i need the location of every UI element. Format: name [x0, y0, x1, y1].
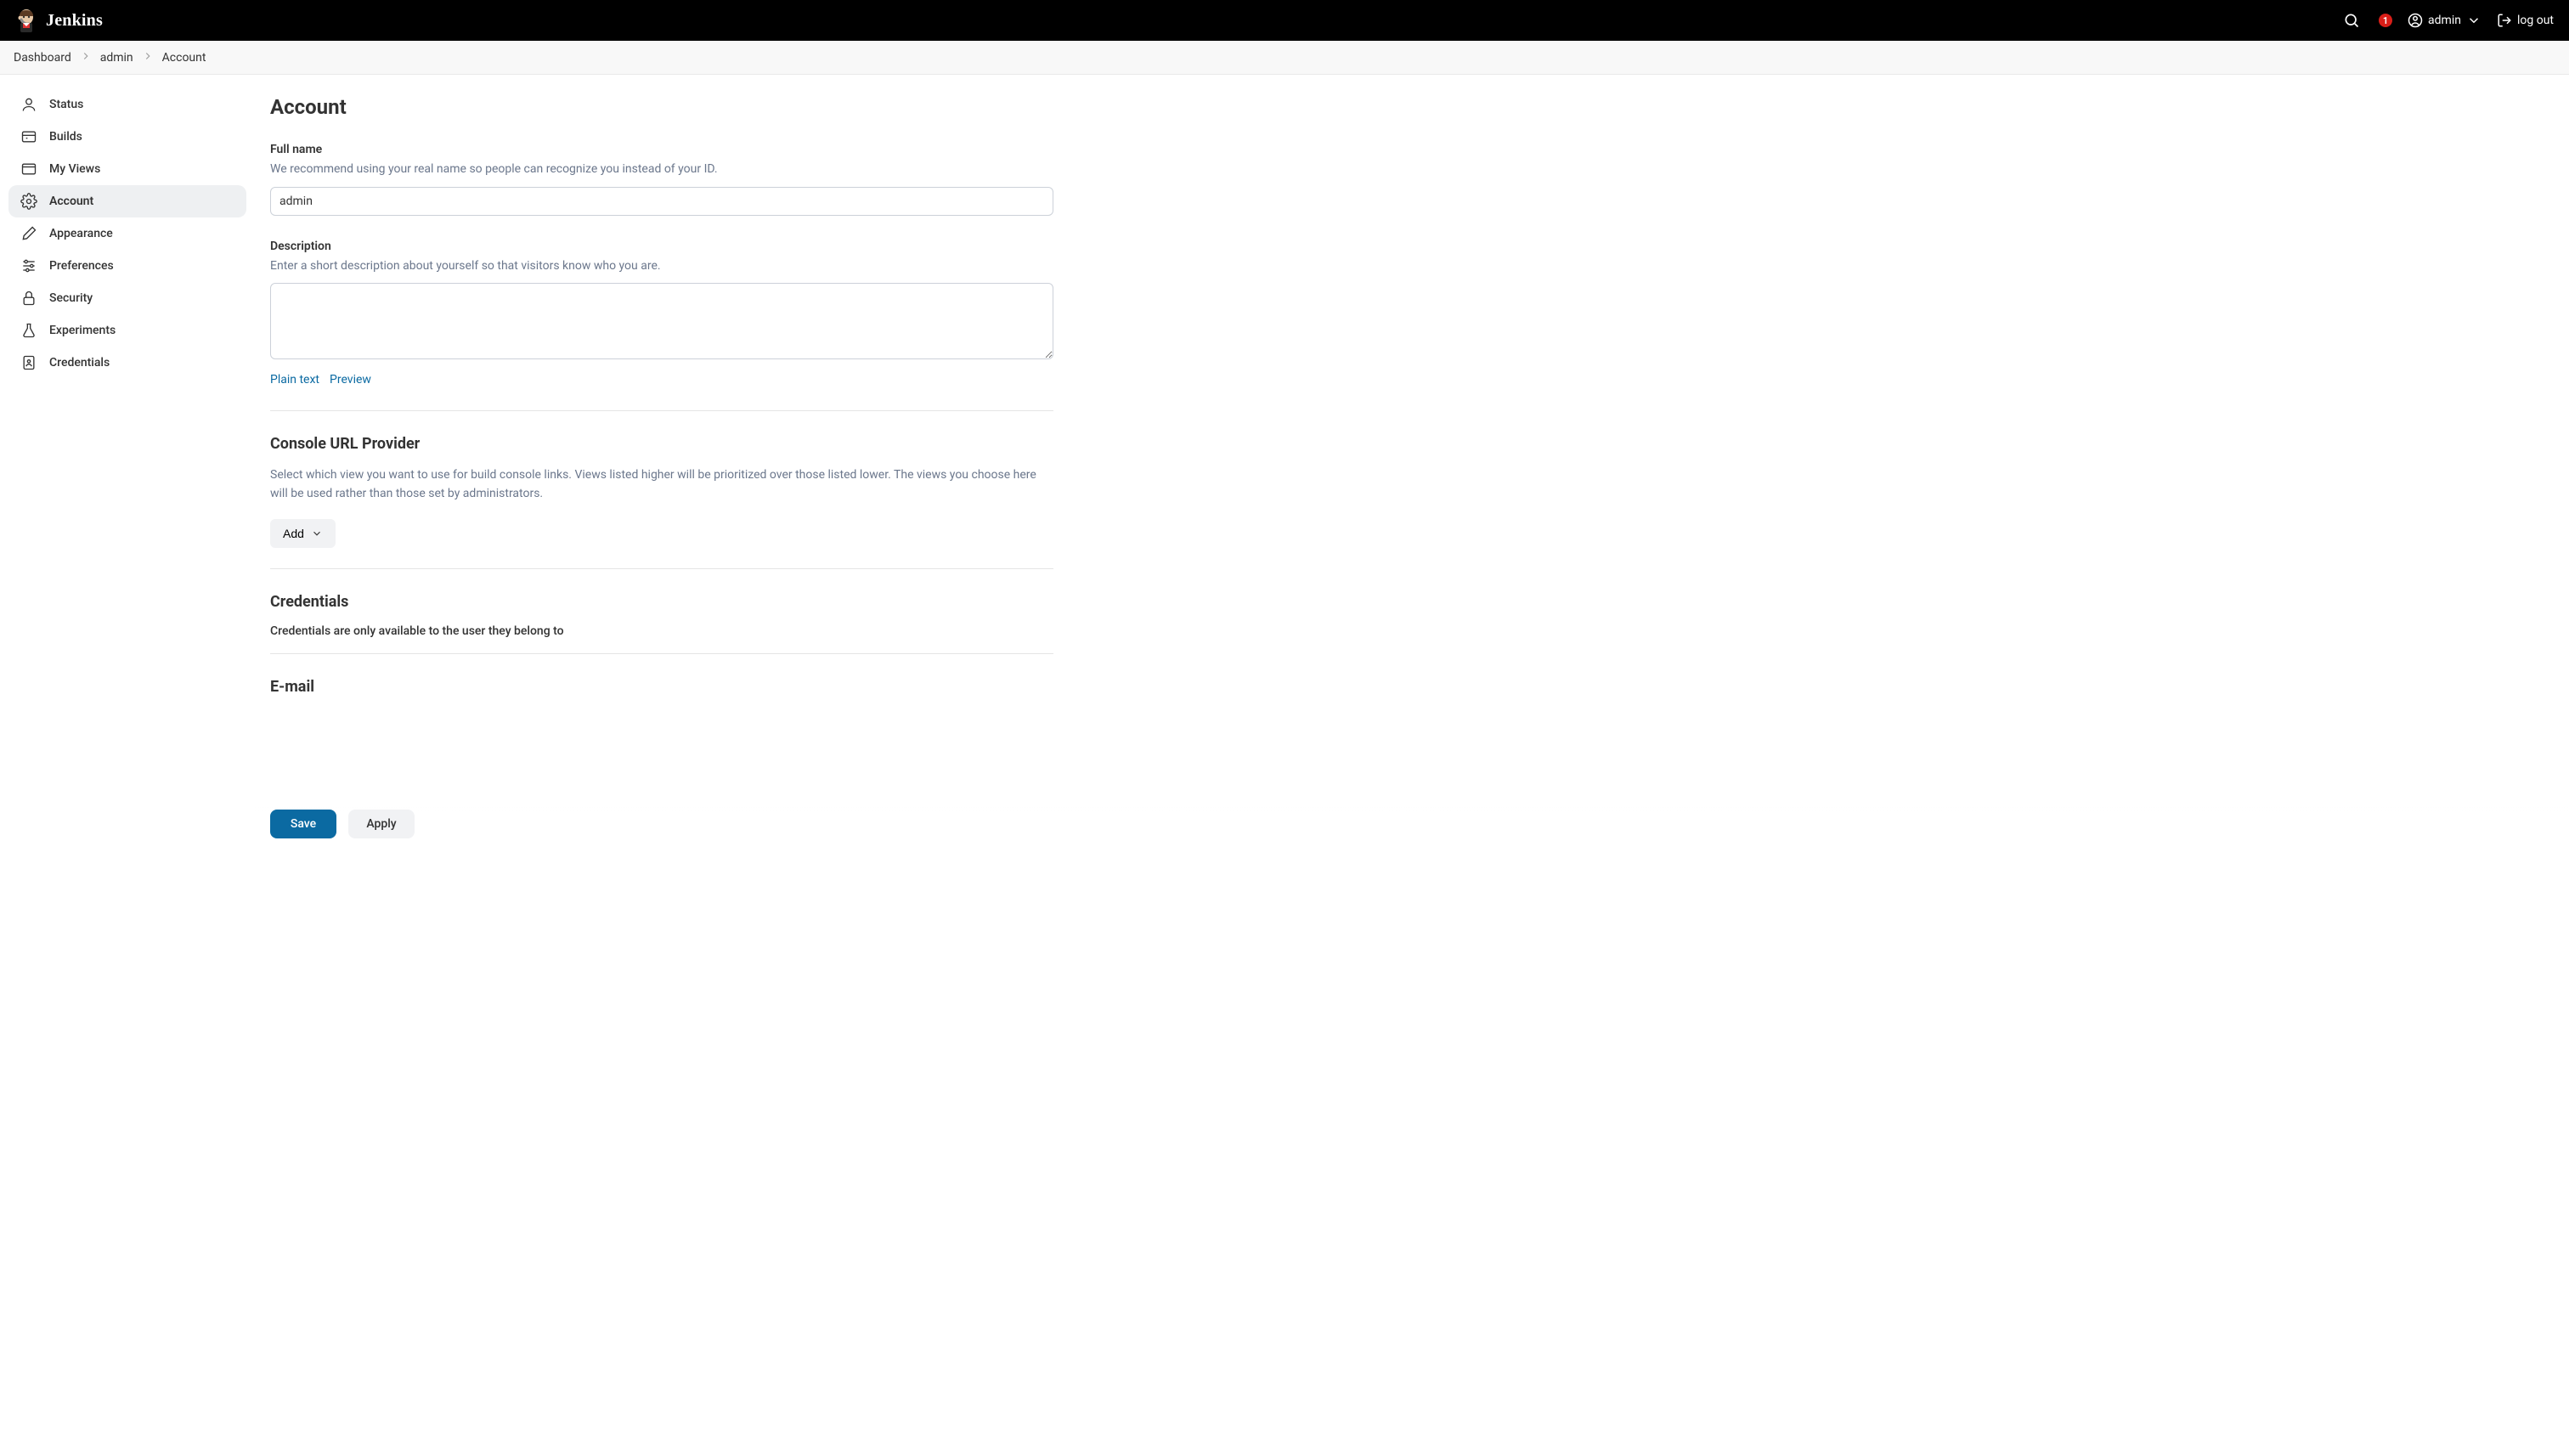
- chevron-down-icon: [2466, 13, 2481, 28]
- sidebar-item-preferences[interactable]: Preferences: [8, 250, 246, 282]
- sidebar-item-label: My Views: [49, 162, 100, 176]
- fullname-label: Full name: [270, 143, 1053, 156]
- section-divider: [270, 410, 1053, 411]
- gear-icon: [20, 193, 37, 210]
- sidebar-item-label: Credentials: [49, 356, 110, 370]
- sidebar-item-label: Experiments: [49, 324, 116, 337]
- content-scroll[interactable]: Account Full name We recommend using you…: [255, 75, 2569, 1456]
- search-button[interactable]: [2343, 12, 2360, 29]
- console-provider-title: Console URL Provider: [270, 435, 1053, 453]
- brush-icon: [20, 225, 37, 242]
- save-button[interactable]: Save: [270, 810, 336, 838]
- console-provider-help: Select which view you want to use for bu…: [270, 466, 1053, 503]
- credentials-title: Credentials: [270, 593, 1053, 611]
- sidebar-item-security[interactable]: Security: [8, 282, 246, 314]
- sidebar-item-credentials[interactable]: Credentials: [8, 347, 246, 379]
- sidebar-item-account[interactable]: Account: [8, 185, 246, 217]
- logout-label: log out: [2517, 14, 2554, 27]
- sidebar-item-builds[interactable]: Builds: [8, 121, 246, 153]
- plain-text-link[interactable]: Plain text: [270, 373, 319, 387]
- sidebar-item-label: Builds: [49, 130, 82, 144]
- section-divider: [270, 653, 1053, 654]
- app-header: Jenkins 1 admin log out: [0, 0, 2569, 41]
- builds-icon: [20, 128, 37, 145]
- form-action-bar: Save Apply: [255, 798, 2569, 850]
- preview-link[interactable]: Preview: [330, 373, 371, 387]
- sidebar-item-label: Appearance: [49, 227, 113, 240]
- page-title: Account: [270, 95, 1053, 119]
- fullname-block: Full name We recommend using your real n…: [270, 143, 1053, 216]
- brand-name: Jenkins: [46, 11, 103, 31]
- add-button-label: Add: [283, 527, 304, 540]
- sidebar-item-status[interactable]: Status: [8, 88, 246, 121]
- chevron-right-icon: [142, 50, 154, 65]
- alerts-count-badge: 1: [2379, 14, 2392, 27]
- breadcrumb-dashboard[interactable]: Dashboard: [14, 51, 71, 65]
- sliders-icon: [20, 257, 37, 274]
- email-title: E-mail: [270, 678, 1053, 696]
- description-label: Description: [270, 240, 1053, 253]
- logout-button[interactable]: log out: [2497, 13, 2554, 28]
- console-provider-add-button[interactable]: Add: [270, 519, 336, 548]
- chevron-down-icon: [311, 528, 323, 539]
- sidebar-item-appearance[interactable]: Appearance: [8, 217, 246, 250]
- jenkins-logo-icon: [15, 8, 37, 33]
- chevron-right-icon: [80, 50, 92, 65]
- user-icon: [20, 96, 37, 113]
- breadcrumb: Dashboard admin Account: [0, 41, 2569, 75]
- username-label: admin: [2428, 14, 2461, 27]
- sidebar-nav: Status Builds My Views Account Appearanc…: [0, 75, 255, 1456]
- apply-button[interactable]: Apply: [348, 810, 415, 838]
- description-block: Description Enter a short description ab…: [270, 240, 1053, 387]
- flask-icon: [20, 322, 37, 339]
- breadcrumb-account[interactable]: Account: [162, 51, 206, 65]
- lock-icon: [20, 290, 37, 307]
- description-textarea[interactable]: [270, 283, 1053, 359]
- brand-area[interactable]: Jenkins: [15, 8, 103, 33]
- sidebar-item-label: Preferences: [49, 259, 114, 273]
- section-divider: [270, 568, 1053, 569]
- user-circle-icon: [2408, 13, 2423, 28]
- sidebar-item-label: Security: [49, 291, 93, 305]
- description-help: Enter a short description about yourself…: [270, 258, 1053, 275]
- fullname-help: We recommend using your real name so peo…: [270, 161, 1053, 178]
- id-icon: [20, 354, 37, 371]
- breadcrumb-admin[interactable]: admin: [100, 51, 133, 65]
- logout-icon: [2497, 13, 2512, 28]
- fullname-input[interactable]: [270, 187, 1053, 216]
- search-icon: [2343, 12, 2360, 29]
- sidebar-item-my-views[interactable]: My Views: [8, 153, 246, 185]
- views-icon: [20, 161, 37, 178]
- sidebar-item-label: Account: [49, 195, 93, 208]
- user-menu-button[interactable]: admin: [2408, 13, 2481, 28]
- credentials-note: Credentials are only available to the us…: [270, 624, 1053, 638]
- security-alerts-button[interactable]: 1: [2375, 14, 2392, 27]
- sidebar-item-experiments[interactable]: Experiments: [8, 314, 246, 347]
- sidebar-item-label: Status: [49, 98, 83, 111]
